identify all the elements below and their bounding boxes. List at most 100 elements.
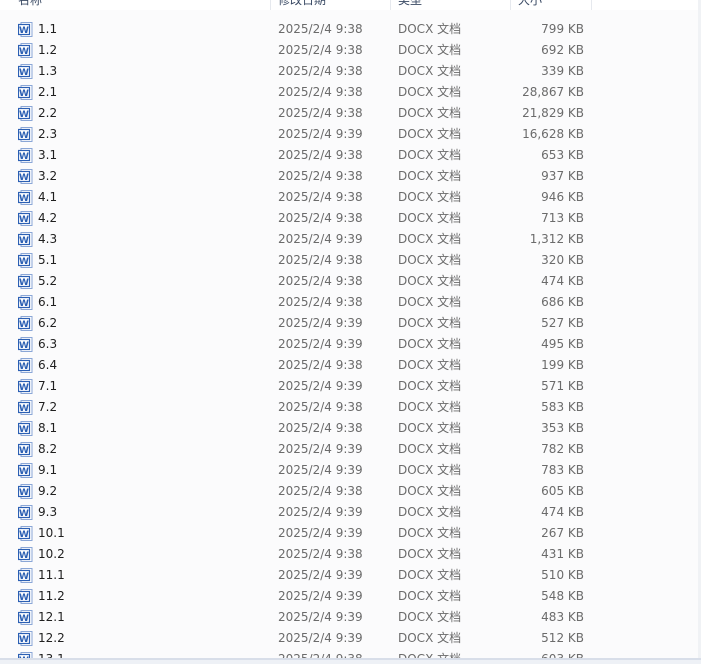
svg-text:W: W (19, 425, 29, 435)
file-name: 1.1 (38, 22, 58, 36)
file-name: 2.3 (38, 127, 58, 141)
file-name: 7.2 (38, 400, 58, 414)
column-header-date[interactable]: 修改日期 (278, 0, 378, 10)
file-type: DOCX 文档 (398, 169, 462, 183)
file-row[interactable]: W 4.3 2025/2/4 9:39 DOCX 文档 1,312 KB (0, 229, 701, 250)
file-size: 527 KB (541, 316, 584, 330)
file-row[interactable]: W 10.1 2025/2/4 9:39 DOCX 文档 267 KB (0, 523, 701, 544)
word-document-icon: W (17, 379, 33, 394)
file-type: DOCX 文档 (398, 106, 462, 120)
file-row[interactable]: W 1.2 2025/2/4 9:38 DOCX 文档 692 KB (0, 40, 701, 61)
file-row[interactable]: W 4.1 2025/2/4 9:38 DOCX 文档 946 KB (0, 187, 701, 208)
file-size: 605 KB (541, 484, 584, 498)
word-document-icon: W (17, 589, 33, 604)
file-type: DOCX 文档 (398, 400, 462, 414)
file-row[interactable]: W 11.2 2025/2/4 9:39 DOCX 文档 548 KB (0, 586, 701, 607)
file-size: 713 KB (541, 211, 584, 225)
column-header-type[interactable]: 类型 (398, 0, 498, 10)
file-row[interactable]: W 6.3 2025/2/4 9:39 DOCX 文档 495 KB (0, 334, 701, 355)
file-row[interactable]: W 3.1 2025/2/4 9:38 DOCX 文档 653 KB (0, 145, 701, 166)
word-document-icon: W (17, 547, 33, 562)
file-row[interactable]: W 2.1 2025/2/4 9:38 DOCX 文档 28,867 KB (0, 82, 701, 103)
svg-text:W: W (19, 551, 29, 561)
file-modified-date: 2025/2/4 9:38 (278, 484, 363, 498)
column-header-size[interactable]: 大小 (518, 0, 578, 10)
file-modified-date: 2025/2/4 9:38 (278, 547, 363, 561)
svg-text:W: W (19, 68, 29, 78)
svg-text:W: W (19, 362, 29, 372)
word-document-icon: W (17, 85, 33, 100)
file-name: 6.2 (38, 316, 58, 330)
svg-text:W: W (19, 299, 29, 309)
word-document-icon: W (17, 169, 33, 184)
file-row[interactable]: W 9.1 2025/2/4 9:39 DOCX 文档 783 KB (0, 460, 701, 481)
file-row[interactable]: W 7.1 2025/2/4 9:39 DOCX 文档 571 KB (0, 376, 701, 397)
file-name: 10.1 (38, 526, 65, 540)
file-row[interactable]: W 5.1 2025/2/4 9:38 DOCX 文档 320 KB (0, 250, 701, 271)
file-row[interactable]: W 3.2 2025/2/4 9:38 DOCX 文档 937 KB (0, 166, 701, 187)
file-modified-date: 2025/2/4 9:38 (278, 211, 363, 225)
file-modified-date: 2025/2/4 9:39 (278, 442, 363, 456)
svg-text:W: W (19, 236, 29, 246)
file-type: DOCX 文档 (398, 589, 462, 603)
file-name: 3.2 (38, 169, 58, 183)
file-type: DOCX 文档 (398, 22, 462, 36)
file-modified-date: 2025/2/4 9:39 (278, 589, 363, 603)
column-divider[interactable] (591, 0, 592, 10)
word-document-icon: W (17, 253, 33, 268)
file-row[interactable]: W 5.2 2025/2/4 9:38 DOCX 文档 474 KB (0, 271, 701, 292)
file-row[interactable]: W 6.2 2025/2/4 9:39 DOCX 文档 527 KB (0, 313, 701, 334)
file-modified-date: 2025/2/4 9:38 (278, 106, 363, 120)
file-name: 3.1 (38, 148, 58, 162)
file-row[interactable]: W 9.3 2025/2/4 9:39 DOCX 文档 474 KB (0, 502, 701, 523)
file-row[interactable]: W 4.2 2025/2/4 9:38 DOCX 文档 713 KB (0, 208, 701, 229)
file-row[interactable]: W 1.1 2025/2/4 9:38 DOCX 文档 799 KB (0, 19, 701, 40)
file-size: 474 KB (541, 274, 584, 288)
file-row[interactable]: W 9.2 2025/2/4 9:38 DOCX 文档 605 KB (0, 481, 701, 502)
file-row[interactable]: W 6.4 2025/2/4 9:38 DOCX 文档 199 KB (0, 355, 701, 376)
file-row[interactable]: W 12.2 2025/2/4 9:39 DOCX 文档 512 KB (0, 628, 701, 649)
file-row[interactable]: W 8.2 2025/2/4 9:39 DOCX 文档 782 KB (0, 439, 701, 460)
file-row[interactable]: W 6.1 2025/2/4 9:38 DOCX 文档 686 KB (0, 292, 701, 313)
file-name: 2.2 (38, 106, 58, 120)
file-size: 571 KB (541, 379, 584, 393)
column-divider[interactable] (270, 0, 271, 10)
file-size: 937 KB (541, 169, 584, 183)
word-document-icon: W (17, 568, 33, 583)
file-size: 431 KB (541, 547, 584, 561)
file-row[interactable]: W 11.1 2025/2/4 9:39 DOCX 文档 510 KB (0, 565, 701, 586)
file-row[interactable]: W 12.1 2025/2/4 9:39 DOCX 文档 483 KB (0, 607, 701, 628)
file-type: DOCX 文档 (398, 610, 462, 624)
file-type: DOCX 文档 (398, 421, 462, 435)
file-name: 1.3 (38, 64, 58, 78)
file-size: 512 KB (541, 631, 584, 645)
file-size: 495 KB (541, 337, 584, 351)
file-modified-date: 2025/2/4 9:39 (278, 379, 363, 393)
file-size: 692 KB (541, 43, 584, 57)
file-row[interactable]: W 2.3 2025/2/4 9:39 DOCX 文档 16,628 KB (0, 124, 701, 145)
column-divider[interactable] (390, 0, 391, 10)
word-document-icon: W (17, 505, 33, 520)
file-name: 8.1 (38, 421, 58, 435)
file-row[interactable]: W 1.3 2025/2/4 9:38 DOCX 文档 339 KB (0, 61, 701, 82)
file-name: 6.1 (38, 295, 58, 309)
file-row[interactable]: W 8.1 2025/2/4 9:38 DOCX 文档 353 KB (0, 418, 701, 439)
file-modified-date: 2025/2/4 9:39 (278, 232, 363, 246)
word-document-icon: W (17, 463, 33, 478)
file-type: DOCX 文档 (398, 127, 462, 141)
column-header-name[interactable]: 名称 (18, 0, 258, 10)
file-modified-date: 2025/2/4 9:39 (278, 631, 363, 645)
file-modified-date: 2025/2/4 9:38 (278, 22, 363, 36)
svg-text:W: W (19, 530, 29, 540)
column-divider[interactable] (510, 0, 511, 10)
file-modified-date: 2025/2/4 9:38 (278, 64, 363, 78)
word-document-icon: W (17, 43, 33, 58)
file-row[interactable]: W 10.2 2025/2/4 9:38 DOCX 文档 431 KB (0, 544, 701, 565)
file-size: 339 KB (541, 64, 584, 78)
file-size: 199 KB (541, 358, 584, 372)
file-row[interactable]: W 7.2 2025/2/4 9:38 DOCX 文档 583 KB (0, 397, 701, 418)
file-modified-date: 2025/2/4 9:39 (278, 463, 363, 477)
file-row[interactable]: W 2.2 2025/2/4 9:38 DOCX 文档 21,829 KB (0, 103, 701, 124)
file-name: 2.1 (38, 85, 58, 99)
svg-text:W: W (19, 257, 29, 267)
